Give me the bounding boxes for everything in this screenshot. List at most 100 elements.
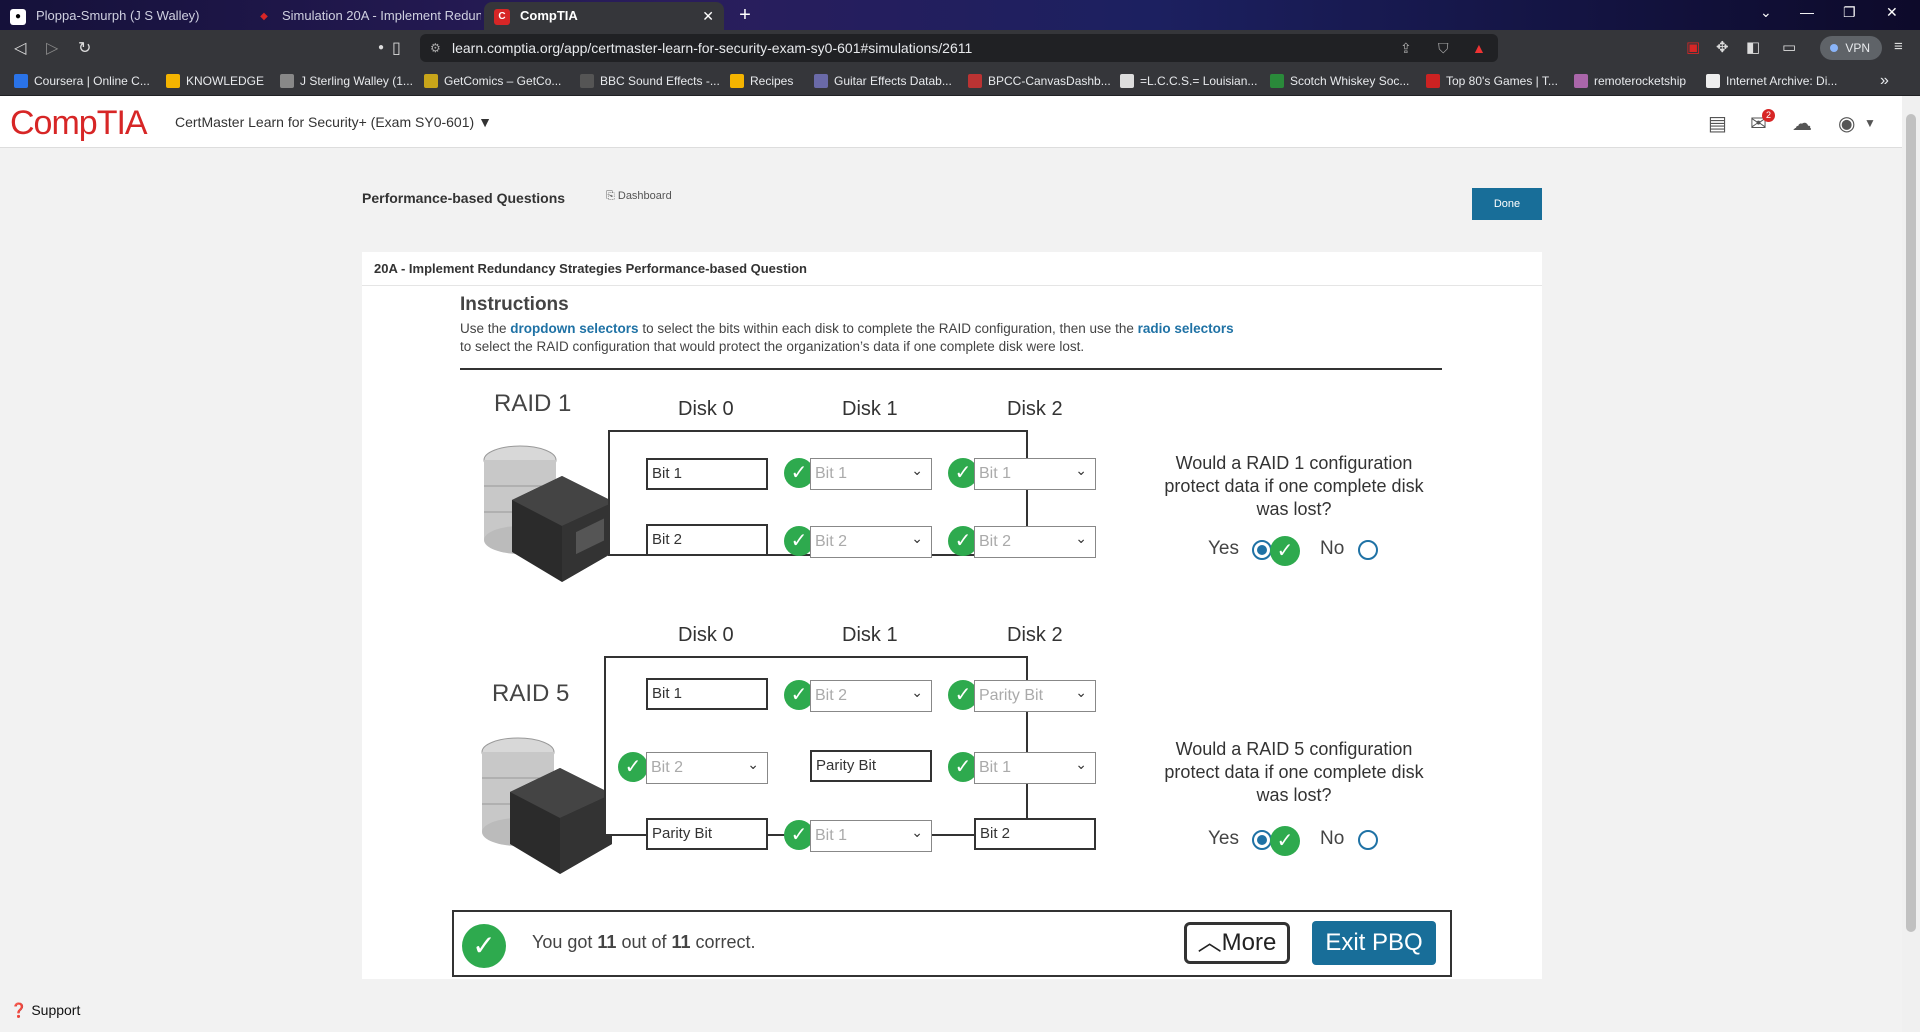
- bookmark-item[interactable]: BBC Sound Effects -...: [580, 66, 720, 96]
- brave-shield-icon[interactable]: ⛉: [1438, 34, 1449, 62]
- disk-header: Disk 2: [1007, 624, 1063, 646]
- page-title: Performance-based Questions: [362, 190, 566, 206]
- raid1-yes-label: Yes: [1208, 538, 1239, 559]
- panel-title: 20A - Implement Redundancy Strategies Pe…: [362, 252, 1542, 286]
- support-link[interactable]: ❓ Support: [10, 1002, 80, 1019]
- site-info-icon[interactable]: ⚙: [430, 34, 441, 62]
- bookmark-item[interactable]: Scotch Whiskey Soc...: [1270, 66, 1409, 96]
- bookmark-item[interactable]: Internet Archive: Di...: [1706, 66, 1837, 96]
- share-icon[interactable]: ⇪: [1400, 34, 1412, 62]
- raid1-disk2-row1-select[interactable]: Bit 1: [974, 455, 1096, 490]
- raid5-disk2-row1-select[interactable]: Parity Bit: [974, 677, 1096, 712]
- bpcc-icon: [968, 74, 982, 88]
- exit-pbq-button[interactable]: Exit PBQ: [1312, 921, 1436, 965]
- raid1-yes-radio[interactable]: [1252, 540, 1272, 560]
- bookmark-item[interactable]: BPCC-CanvasDashb...: [968, 66, 1111, 96]
- github-icon: ●: [10, 9, 26, 25]
- disk-header: Disk 0: [678, 624, 734, 646]
- vpn-label: VPN: [1845, 41, 1870, 55]
- raid5-yes-label: Yes: [1208, 828, 1239, 849]
- bookmark-item[interactable]: GetComics – GetCo...: [424, 66, 561, 96]
- raid1-disk2-row2-select[interactable]: Bit 2: [974, 523, 1096, 558]
- more-label: More: [1221, 929, 1277, 956]
- bookmark-folder[interactable]: Recipes: [730, 66, 793, 96]
- bookmark-item[interactable]: =L.C.C.S.= Louisian...: [1120, 66, 1257, 96]
- course-title: CertMaster Learn for Security+ (Exam SY0…: [175, 114, 475, 130]
- result-part: correct.: [690, 932, 756, 952]
- course-selector[interactable]: CertMaster Learn for Security+ (Exam SY0…: [175, 114, 492, 130]
- raid1-disk1-row1-select[interactable]: Bit 1: [810, 455, 932, 490]
- folder-icon: [166, 74, 180, 88]
- instr-highlight: radio selectors: [1137, 321, 1234, 336]
- url-field[interactable]: ⚙ learn.comptia.org/app/certmaster-learn…: [420, 34, 1498, 62]
- forward-icon[interactable]: ▷: [46, 38, 58, 58]
- browser-tab[interactable]: ◆ Simulation 20A - Implement Redunda: [246, 2, 481, 30]
- bookmark-site-icon: [814, 74, 828, 88]
- tab-label: CompTIA: [520, 8, 578, 23]
- raid1-disk0-row2: Bit 2: [646, 524, 768, 556]
- instructions-text: Use the dropdown selectors to select the…: [460, 320, 1320, 356]
- maximize-icon[interactable]: ❐: [1843, 4, 1856, 21]
- raid5-question: Would a RAID 5 configuration protect dat…: [1164, 739, 1424, 805]
- sidebar-icon[interactable]: ◧: [1746, 38, 1760, 56]
- reload-icon[interactable]: ↻: [78, 38, 91, 58]
- raid1-disk1-row2-select[interactable]: Bit 2: [810, 523, 932, 558]
- bookmark-site-icon: [1270, 74, 1284, 88]
- done-button[interactable]: Done: [1472, 188, 1542, 220]
- user-menu-caret-icon[interactable]: ▼: [1864, 116, 1876, 130]
- dot-icon: ●: [378, 42, 385, 53]
- raid1-label: RAID 1: [494, 390, 572, 417]
- browser-tab-active[interactable]: C CompTIA ✕: [484, 2, 724, 30]
- raid5-no-label: No: [1320, 828, 1345, 849]
- url-text: learn.comptia.org/app/certmaster-learn-f…: [452, 40, 973, 56]
- user-avatar-icon[interactable]: ◉: [1838, 111, 1855, 136]
- bookmark-icon[interactable]: ▯: [392, 38, 401, 58]
- raid5-disk0-row1: Bit 1: [646, 678, 768, 710]
- bookmark-folder[interactable]: KNOWLEDGE: [166, 66, 264, 96]
- scrollbar-thumb[interactable]: [1906, 114, 1916, 932]
- extensions-puzzle-icon[interactable]: ✥: [1716, 38, 1729, 56]
- address-bar-row: ◁ ▷ ↻ ● ▯ ⚙ learn.comptia.org/app/certma…: [0, 30, 1920, 66]
- extension-icon[interactable]: ▣: [1686, 38, 1700, 56]
- new-tab-button[interactable]: +: [733, 3, 757, 27]
- cloud-check-icon[interactable]: ☁: [1792, 111, 1812, 136]
- bookmark-label: remoterocketship: [1594, 74, 1687, 88]
- bookmarks-bar: Coursera | Online C... KNOWLEDGE J Sterl…: [0, 66, 1920, 96]
- more-bookmarks-button[interactable]: »: [1880, 66, 1889, 96]
- comptia-logo[interactable]: CompTIA: [10, 104, 148, 143]
- more-button[interactable]: ︿More: [1184, 922, 1290, 964]
- raid5-disk0-row3: Parity Bit: [646, 818, 768, 850]
- bookmark-item[interactable]: Guitar Effects Datab...: [814, 66, 952, 96]
- tab-search-icon[interactable]: ⌄: [1760, 4, 1772, 21]
- raid5-disk1-row1-select[interactable]: Bit 2: [810, 677, 932, 712]
- instr-highlight: dropdown selectors: [510, 321, 639, 336]
- raid1-no-radio[interactable]: [1358, 540, 1378, 560]
- notification-badge: 2: [1762, 109, 1775, 122]
- bookmark-label: Recipes: [750, 74, 794, 88]
- close-tab-icon[interactable]: ✕: [702, 2, 714, 30]
- browser-tab[interactable]: ● Ploppa-Smurph (J S Walley): [0, 2, 200, 30]
- close-window-icon[interactable]: ✕: [1886, 4, 1898, 21]
- brave-rewards-icon[interactable]: ▲: [1472, 34, 1486, 62]
- minimize-icon[interactable]: —: [1800, 4, 1814, 20]
- menu-icon[interactable]: ≡: [1894, 38, 1903, 55]
- back-icon[interactable]: ◁: [14, 38, 26, 58]
- notes-icon[interactable]: ▤: [1708, 111, 1727, 136]
- raid5-disk1-row3-select[interactable]: Bit 1: [810, 817, 932, 852]
- raid5-yes-radio[interactable]: [1252, 830, 1272, 850]
- result-part: out of: [616, 932, 672, 952]
- dashboard-link[interactable]: ⎘ Dashboard: [606, 190, 672, 203]
- bookmark-item[interactable]: J Sterling Walley (1...: [280, 66, 413, 96]
- bookmark-item[interactable]: Top 80's Games | T...: [1426, 66, 1558, 96]
- success-check-icon: ✓: [462, 924, 506, 968]
- result-part: You got: [532, 932, 598, 952]
- vpn-button[interactable]: VPN: [1820, 36, 1882, 60]
- bookmark-item[interactable]: remoterocketship: [1574, 66, 1686, 96]
- raid5-no-radio[interactable]: [1358, 830, 1378, 850]
- bookmark-item[interactable]: Coursera | Online C...: [14, 66, 150, 96]
- raid5-disk2-row2-select[interactable]: Bit 1: [974, 749, 1096, 784]
- page-scrollbar[interactable]: [1902, 96, 1920, 1032]
- wallet-icon[interactable]: ▭: [1782, 38, 1796, 56]
- raid5-disk0-row2-select[interactable]: Bit 2: [646, 749, 768, 784]
- help-icon: ❓: [10, 1002, 28, 1018]
